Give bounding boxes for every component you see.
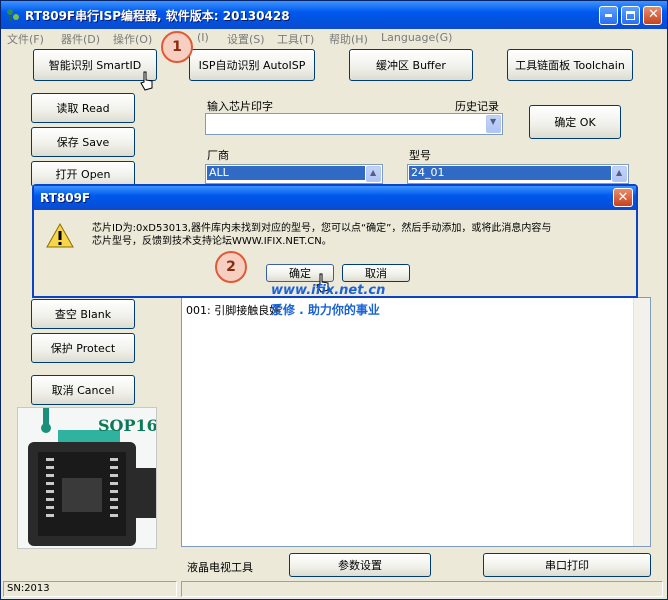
menu-operation[interactable]: 操作(O)	[113, 31, 152, 47]
status-message	[181, 581, 663, 597]
read-button[interactable]: 读取 Read	[31, 93, 135, 123]
close-icon: ✕	[648, 7, 659, 22]
title-bar[interactable]: RT809F串行ISP编程器, 软件版本: 20130428 ✕	[1, 1, 667, 29]
main-window: RT809F串行ISP编程器, 软件版本: 20130428 ✕ 文件(F) 器…	[0, 0, 668, 600]
step-2-badge: 2	[215, 251, 247, 283]
chevron-down-icon[interactable]: ▼	[486, 115, 501, 133]
package-photo: SOP16	[17, 407, 157, 549]
close-button[interactable]: ✕	[643, 6, 662, 25]
chevron-up-icon[interactable]: ▲	[366, 166, 381, 182]
hand-cursor-icon	[140, 71, 153, 91]
menu-i[interactable]: (I)	[197, 31, 209, 44]
autoisp-label: ISP自动识别 AutoISP	[198, 59, 306, 72]
params-label: 参数设置	[338, 559, 382, 572]
model-scroll[interactable]: ▲	[612, 166, 627, 182]
vendor-scroll[interactable]: ▲	[366, 166, 381, 182]
status-sn: SN:2013	[3, 581, 177, 597]
autoisp-button[interactable]: ISP自动识别 AutoISP	[189, 49, 315, 81]
warning-icon	[46, 222, 74, 248]
menu-language[interactable]: Language(G)	[381, 31, 452, 44]
dialog-message-line2: 芯片型号，反馈到技术支持论坛WWW.IFIX.NET.CN。	[92, 236, 332, 247]
buffer-label: 缓冲区 Buffer	[376, 59, 446, 72]
cancel-button[interactable]: 取消 Cancel	[31, 375, 135, 405]
menu-help[interactable]: 帮助(H)	[329, 31, 368, 47]
blank-button[interactable]: 查空 Blank	[31, 299, 135, 329]
model-selected[interactable]: 24_01	[409, 166, 611, 180]
watermark-url: www.ifix.net.cn	[271, 283, 386, 298]
menu-bar: 文件(F) 器件(D) 操作(O) (I) 设置(S) 工具(T) 帮助(H) …	[1, 29, 667, 47]
menu-file[interactable]: 文件(F)	[7, 31, 44, 47]
buffer-button[interactable]: 缓冲区 Buffer	[349, 49, 473, 81]
dialog-cancel-label: 取消	[365, 267, 387, 280]
chip-input-combo[interactable]: ▼	[205, 113, 503, 135]
read-label: 读取 Read	[56, 102, 110, 115]
watermark-slogan: 爱修 . 助力你的事业	[271, 303, 380, 317]
close-icon: ✕	[617, 190, 629, 205]
smartid-label: 智能识别 SmartID	[48, 59, 142, 72]
confirm-ok-button[interactable]: 确定 OK	[529, 105, 621, 139]
chip-input-label: 输入芯片印字	[207, 100, 273, 113]
log-scrollbar[interactable]	[633, 298, 650, 546]
vendor-list[interactable]: ALL ▲	[205, 164, 383, 184]
message-dialog: RT809F ✕ 芯片ID为:0xD53013,器件库内未找到对应的型号，您可以…	[32, 184, 638, 298]
maximize-icon	[626, 11, 635, 20]
lcd-tools-label: 液晶电视工具	[187, 561, 253, 574]
blank-label: 查空 Blank	[54, 308, 112, 321]
model-label: 型号	[409, 149, 431, 162]
dialog-title-bar[interactable]: RT809F ✕	[34, 186, 636, 210]
save-button[interactable]: 保存 Save	[31, 127, 135, 157]
history-label: 历史记录	[455, 100, 499, 113]
dialog-close-button[interactable]: ✕	[613, 188, 633, 207]
dialog-title: RT809F	[40, 191, 91, 205]
minimize-button[interactable]	[599, 6, 618, 25]
vendor-label: 厂商	[207, 149, 229, 162]
cancel-label: 取消 Cancel	[51, 384, 115, 397]
maximize-button[interactable]	[621, 6, 640, 25]
status-bar: SN:2013	[1, 579, 667, 599]
chevron-up-icon[interactable]: ▲	[612, 166, 627, 182]
dialog-message: 芯片ID为:0xD53013,器件库内未找到对应的型号，您可以点“确定”，然后手…	[92, 222, 551, 248]
menu-tools[interactable]: 工具(T)	[277, 31, 314, 47]
serial-print-label: 串口打印	[545, 559, 589, 572]
confirm-ok-label: 确定 OK	[554, 116, 596, 129]
step-1-badge: 1	[161, 31, 193, 63]
model-list[interactable]: 24_01 ▲	[407, 164, 629, 184]
params-button[interactable]: 参数设置	[289, 553, 431, 577]
toolchain-label: 工具链面板 Toolchain	[515, 59, 625, 72]
save-label: 保存 Save	[56, 136, 110, 149]
log-line: 001: 引脚接触良好	[186, 304, 281, 317]
open-label: 打开 Open	[55, 168, 111, 181]
app-icon	[7, 9, 19, 21]
dialog-message-line1: 芯片ID为:0xD53013,器件库内未找到对应的型号，您可以点“确定”，然后手…	[92, 223, 552, 234]
toolchain-button[interactable]: 工具链面板 Toolchain	[507, 49, 633, 81]
menu-settings[interactable]: 设置(S)	[227, 31, 265, 47]
protect-label: 保护 Protect	[50, 342, 116, 355]
menu-device[interactable]: 器件(D)	[61, 31, 100, 47]
vendor-selected[interactable]: ALL	[207, 166, 365, 180]
minimize-icon	[605, 14, 612, 17]
serial-print-button[interactable]: 串口打印	[483, 553, 651, 577]
protect-button[interactable]: 保护 Protect	[31, 333, 135, 363]
window-title: RT809F串行ISP编程器, 软件版本: 20130428	[25, 9, 290, 23]
log-panel[interactable]: 001: 引脚接触良好	[181, 297, 651, 547]
dialog-cancel-button[interactable]: 取消	[342, 264, 410, 282]
package-label: SOP16	[98, 416, 157, 435]
